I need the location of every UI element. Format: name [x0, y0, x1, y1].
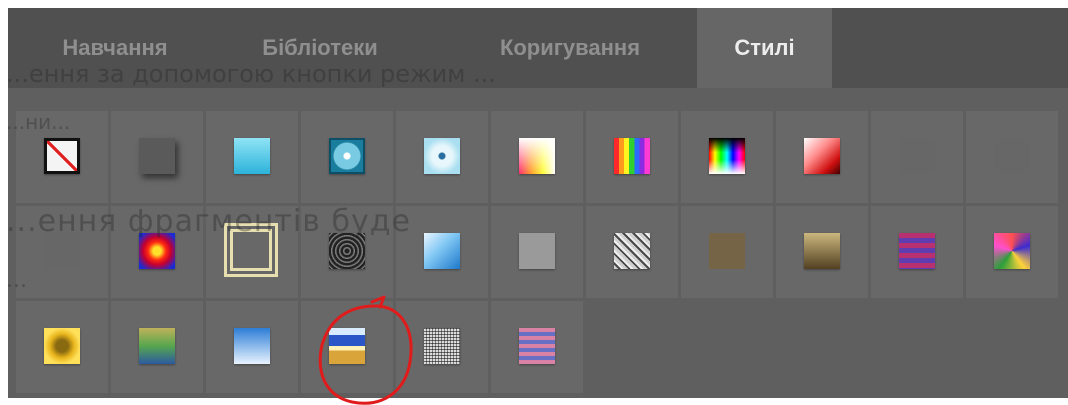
tab-adjustments[interactable]: Коригування	[444, 8, 696, 88]
bronze-icon	[804, 233, 840, 269]
style-swatch-red-gradient[interactable]	[776, 111, 868, 203]
style-swatch-grunge-texture[interactable]	[586, 206, 678, 298]
pink-stripes-icon	[519, 328, 555, 364]
red-gradient-icon	[804, 138, 840, 174]
style-swatch-cyan-gradient[interactable]	[206, 111, 298, 203]
style-swatch-cream-double-border[interactable]	[206, 206, 298, 298]
styles-panel: Навчання Бібліотеки Коригування Стилі ..…	[6, 8, 1068, 398]
blank-style-icon	[44, 233, 80, 269]
style-swatch-flat-gray[interactable]	[491, 206, 583, 298]
noise-icon	[424, 328, 460, 364]
blank-style-icon	[994, 138, 1030, 174]
double-border-icon	[230, 229, 272, 271]
drop-shadow-icon	[139, 138, 175, 174]
inner-glow-icon	[424, 138, 460, 174]
blank-style-icon	[899, 138, 935, 174]
tab-libraries[interactable]: Бібліотеки	[222, 8, 418, 88]
style-swatch-gray-drop-shadow[interactable]	[111, 111, 203, 203]
style-swatch-green-blue-gradient[interactable]	[111, 301, 203, 393]
style-swatch-rainbow-stripes[interactable]	[586, 111, 678, 203]
gold-glow-icon	[44, 328, 80, 364]
no-style-icon	[44, 138, 80, 174]
style-swatch-concentric-rings[interactable]	[301, 206, 393, 298]
style-swatch-radial-fire[interactable]	[111, 206, 203, 298]
style-swatch-spectrum-fade-vertical[interactable]	[491, 111, 583, 203]
style-swatch-light-blue-inner-glow[interactable]	[396, 111, 488, 203]
style-swatch-color-picker-gradient[interactable]	[681, 111, 773, 203]
style-swatch-sky-gradient[interactable]	[206, 301, 298, 393]
glass-icon	[424, 233, 460, 269]
texture-icon	[614, 233, 650, 269]
style-swatch-empty-gray[interactable]	[871, 111, 963, 203]
tab-tutorials[interactable]: Навчання	[30, 8, 200, 88]
tab-styles[interactable]: Стилі	[697, 8, 832, 88]
style-swatch-no-style[interactable]	[16, 111, 108, 203]
radial-gradient-icon	[139, 233, 175, 269]
sky-icon	[234, 328, 270, 364]
style-swatch-empty-gray-3[interactable]	[16, 206, 108, 298]
pattern-icon	[994, 233, 1030, 269]
panel-tab-bar: Навчання Бібліотеки Коригування Стилі	[8, 8, 1068, 88]
style-swatch-faded-tan[interactable]	[681, 206, 773, 298]
spectrum-icon	[519, 138, 555, 174]
rainbow-icon	[614, 138, 650, 174]
bevel-frame-icon	[329, 138, 365, 174]
tan-icon	[709, 233, 745, 269]
flat-gray-icon	[519, 233, 555, 269]
style-swatch-gold-yellow-glow[interactable]	[16, 301, 108, 393]
style-swatch-blue-glass[interactable]	[396, 206, 488, 298]
rings-icon	[329, 233, 365, 269]
stripes-icon	[899, 233, 935, 269]
color-picker-icon	[709, 138, 745, 174]
style-swatch-purple-red-stripes[interactable]	[871, 206, 963, 298]
style-swatch-bronze-gradient[interactable]	[776, 206, 868, 298]
style-swatch-blue-bevel-frame[interactable]	[301, 111, 393, 203]
style-swatch-empty-gray-2[interactable]	[966, 111, 1058, 203]
style-swatch-white-noise[interactable]	[396, 301, 488, 393]
style-swatch-pink-blue-stripes[interactable]	[491, 301, 583, 393]
style-swatch-psychedelic-pattern[interactable]	[966, 206, 1058, 298]
green-blue-icon	[139, 328, 175, 364]
gradient-icon	[234, 138, 270, 174]
horizon-icon	[329, 328, 365, 364]
style-swatch-beach-horizon[interactable]	[301, 301, 393, 393]
